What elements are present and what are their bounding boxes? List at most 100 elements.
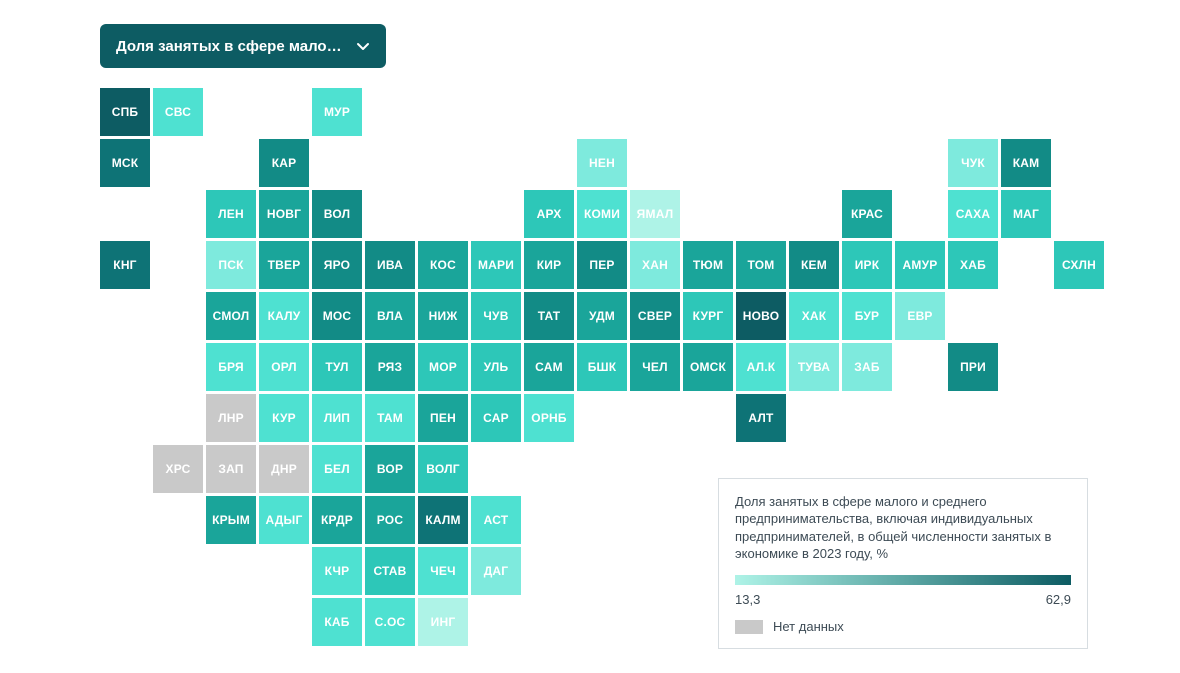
region-tile[interactable]: КИР (524, 241, 574, 289)
region-tile[interactable]: ОМСК (683, 343, 733, 391)
region-tile[interactable]: ТЮМ (683, 241, 733, 289)
region-tile[interactable]: КОС (418, 241, 468, 289)
region-tile[interactable]: БШК (577, 343, 627, 391)
region-tile[interactable]: СВЕР (630, 292, 680, 340)
region-tile[interactable]: МОР (418, 343, 468, 391)
region-tile[interactable]: КЧР (312, 547, 362, 595)
region-tile[interactable]: АЛ.К (736, 343, 786, 391)
region-tile[interactable]: САМ (524, 343, 574, 391)
region-tile[interactable]: ЯМАЛ (630, 190, 680, 238)
legend-nodata-label: Нет данных (773, 618, 844, 636)
region-tile[interactable]: САХА (948, 190, 998, 238)
region-tile[interactable]: ЯРО (312, 241, 362, 289)
region-tile[interactable]: ИРК (842, 241, 892, 289)
region-tile[interactable]: МОС (312, 292, 362, 340)
region-tile[interactable]: КРДР (312, 496, 362, 544)
region-tile[interactable]: ВОР (365, 445, 415, 493)
region-tile[interactable]: АДЫГ (259, 496, 309, 544)
region-tile[interactable]: ЛЕН (206, 190, 256, 238)
region-tile-label: АДЫГ (265, 513, 302, 527)
region-tile[interactable]: СПБ (100, 88, 150, 136)
region-tile[interactable]: ВОЛГ (418, 445, 468, 493)
region-tile[interactable]: КАМ (1001, 139, 1051, 187)
region-tile[interactable]: ЕВР (895, 292, 945, 340)
region-tile[interactable]: КРЫМ (206, 496, 256, 544)
region-tile-label: МУР (324, 105, 350, 119)
region-tile[interactable]: СМОЛ (206, 292, 256, 340)
region-tile[interactable]: ЧЕЛ (630, 343, 680, 391)
region-tile[interactable]: МАГ (1001, 190, 1051, 238)
region-tile[interactable]: ИНГ (418, 598, 468, 646)
region-tile[interactable]: САР (471, 394, 521, 442)
indicator-dropdown[interactable]: Доля занятых в сфере малог… (100, 24, 386, 68)
region-tile[interactable]: ТУЛ (312, 343, 362, 391)
region-tile-label: ИРК (855, 258, 880, 272)
region-tile[interactable]: ЛНР (206, 394, 256, 442)
region-tile[interactable]: ЧУК (948, 139, 998, 187)
region-tile[interactable]: УДМ (577, 292, 627, 340)
region-tile[interactable]: ТУВА (789, 343, 839, 391)
region-tile[interactable]: ЧЕЧ (418, 547, 468, 595)
region-tile[interactable]: УЛЬ (471, 343, 521, 391)
region-tile[interactable]: НОВО (736, 292, 786, 340)
region-tile-label: ИНГ (431, 615, 456, 629)
region-tile[interactable]: НИЖ (418, 292, 468, 340)
region-tile[interactable]: ХАБ (948, 241, 998, 289)
region-tile[interactable]: ХАК (789, 292, 839, 340)
region-tile-label: КЧР (325, 564, 350, 578)
region-tile[interactable]: КЕМ (789, 241, 839, 289)
region-tile[interactable]: НЕН (577, 139, 627, 187)
region-tile[interactable]: БЕЛ (312, 445, 362, 493)
region-tile-label: БЕЛ (324, 462, 350, 476)
region-tile-label: ТОМ (748, 258, 775, 272)
region-tile[interactable]: ЗАП (206, 445, 256, 493)
region-tile[interactable]: ПЕР (577, 241, 627, 289)
region-tile-label: НОВГ (267, 207, 301, 221)
region-tile[interactable]: ХАН (630, 241, 680, 289)
region-tile[interactable]: КАЛУ (259, 292, 309, 340)
region-tile[interactable]: ТВЕР (259, 241, 309, 289)
region-tile[interactable]: ХРС (153, 445, 203, 493)
region-tile[interactable]: НОВГ (259, 190, 309, 238)
region-tile[interactable]: КАБ (312, 598, 362, 646)
region-tile[interactable]: ДНР (259, 445, 309, 493)
region-tile[interactable]: ТАМ (365, 394, 415, 442)
region-tile[interactable]: КАР (259, 139, 309, 187)
region-tile[interactable]: БРЯ (206, 343, 256, 391)
region-tile[interactable]: ЗАБ (842, 343, 892, 391)
region-tile[interactable]: ПСК (206, 241, 256, 289)
region-tile[interactable]: ЧУВ (471, 292, 521, 340)
region-tile[interactable]: ТАТ (524, 292, 574, 340)
region-tile[interactable]: С.ОС (365, 598, 415, 646)
region-tile[interactable]: СВС (153, 88, 203, 136)
region-tile[interactable]: ВЛА (365, 292, 415, 340)
region-tile[interactable]: РЯЗ (365, 343, 415, 391)
region-tile[interactable]: БУР (842, 292, 892, 340)
region-tile-label: РЯЗ (378, 360, 402, 374)
region-tile[interactable]: АМУР (895, 241, 945, 289)
region-tile[interactable]: МУР (312, 88, 362, 136)
region-tile[interactable]: МАРИ (471, 241, 521, 289)
region-tile[interactable]: КОМИ (577, 190, 627, 238)
region-tile[interactable]: КРАС (842, 190, 892, 238)
region-tile[interactable]: СТАВ (365, 547, 415, 595)
region-tile[interactable]: КУР (259, 394, 309, 442)
region-tile[interactable]: ВОЛ (312, 190, 362, 238)
region-tile[interactable]: ПЕН (418, 394, 468, 442)
region-tile[interactable]: МСК (100, 139, 150, 187)
region-tile[interactable]: КУРГ (683, 292, 733, 340)
region-tile[interactable]: ОРЛ (259, 343, 309, 391)
region-tile[interactable]: ЛИП (312, 394, 362, 442)
region-tile[interactable]: ПРИ (948, 343, 998, 391)
region-tile[interactable]: АРХ (524, 190, 574, 238)
region-tile[interactable]: КАЛМ (418, 496, 468, 544)
region-tile[interactable]: СХЛН (1054, 241, 1104, 289)
region-tile[interactable]: АСТ (471, 496, 521, 544)
region-tile[interactable]: ТОМ (736, 241, 786, 289)
region-tile[interactable]: ОРНБ (524, 394, 574, 442)
region-tile[interactable]: РОС (365, 496, 415, 544)
region-tile[interactable]: КНГ (100, 241, 150, 289)
region-tile[interactable]: ДАГ (471, 547, 521, 595)
region-tile[interactable]: АЛТ (736, 394, 786, 442)
region-tile[interactable]: ИВА (365, 241, 415, 289)
